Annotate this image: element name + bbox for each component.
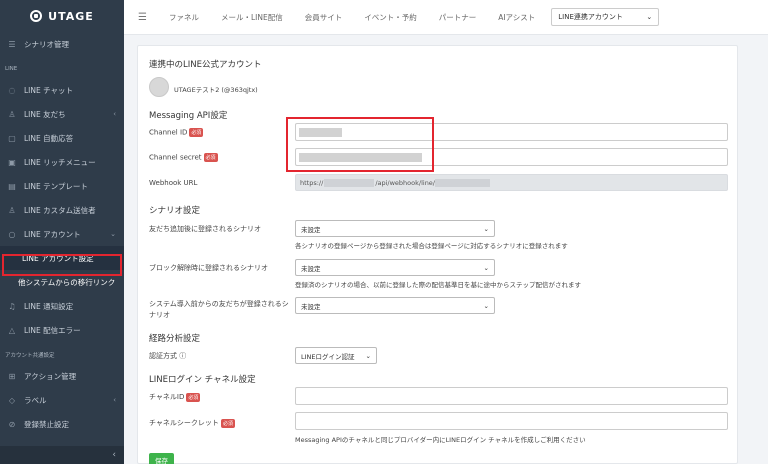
- highlight-box-channel-fields: [286, 117, 434, 172]
- topbar-item-funnel[interactable]: ファネル: [169, 12, 199, 23]
- login-channel-hint: Messaging APIのチャネルと同じプロバイダー内にLINEログイン チャ…: [295, 436, 586, 444]
- auth-method-label: 認証方式 ⓘ: [149, 352, 187, 360]
- template-icon: ▤: [8, 181, 16, 191]
- friend-add-scenario-label: 友だち追加後に登録されるシナリオ: [149, 225, 261, 233]
- topbar-item-partner[interactable]: パートナー: [439, 12, 477, 23]
- topbar-item-member-site[interactable]: 会員サイト: [305, 12, 343, 23]
- list-icon: ☰: [8, 39, 16, 49]
- sidebar-item-line-autoreply[interactable]: ▢ LINE 自動応答: [0, 126, 124, 150]
- hamburger-icon[interactable]: ☰: [138, 12, 147, 23]
- chevron-down-icon: ⌄: [483, 263, 489, 272]
- required-badge: 必須: [189, 128, 204, 137]
- sidebar-item-line-friends[interactable]: ♙ LINE 友だち ‹: [0, 102, 124, 126]
- route-analysis-title: 経路分析設定: [149, 334, 201, 344]
- user-icon: ♙: [8, 109, 16, 119]
- channel-secret-label: Channel secret 必須: [149, 153, 218, 162]
- sidebar-section-account: アカウント共通設定: [5, 353, 55, 359]
- chevron-left-icon: ‹: [113, 110, 116, 118]
- highlight-box-sidebar: [2, 254, 122, 276]
- masked-value: [324, 178, 375, 187]
- sidebar-item-line-notify[interactable]: ♫ LINE 通知設定: [0, 294, 124, 318]
- line-login-channel-title: LINEログイン チャネル設定: [149, 375, 256, 385]
- chat-icon: ◌: [8, 85, 16, 95]
- chevron-down-icon: ⌄: [483, 301, 489, 310]
- sidebar: UTAGE ☰ シナリオ管理 LINE ◌ LINE チャット ♙ LINE 友…: [0, 0, 124, 464]
- utage-logo-icon: [30, 10, 43, 22]
- sidebar-item-line-custom-sender[interactable]: ♙ LINE カスタム送信者: [0, 198, 124, 222]
- sidebar-item-line-error[interactable]: △ LINE 配信エラー: [0, 318, 124, 342]
- chevron-down-icon: ⌄: [365, 351, 371, 360]
- topbar-item-ai-assist[interactable]: AIアシスト: [498, 12, 535, 23]
- masked-value: [435, 178, 490, 187]
- login-channel-secret-label: チャネルシークレット 必須: [149, 418, 235, 428]
- unblock-scenario-label: ブロック解除時に登録されるシナリオ: [149, 264, 268, 272]
- sidebar-item-line-chat[interactable]: ◌ LINE チャット: [0, 78, 124, 102]
- messaging-api-title: Messaging API設定: [149, 111, 228, 121]
- sidebar-section-line: LINE: [5, 66, 18, 72]
- user-icon: ♙: [8, 205, 16, 215]
- required-badge: 必須: [186, 392, 201, 402]
- sidebar-collapse-button[interactable]: ‹: [0, 446, 124, 464]
- menu-icon: ▣: [8, 157, 16, 167]
- channel-id-label: Channel ID 必須: [149, 128, 204, 137]
- webhook-url-label: Webhook URL: [149, 179, 198, 187]
- preexisting-scenario-select[interactable]: 未設定 ⌄: [295, 297, 495, 314]
- block-icon: ⊘: [8, 419, 16, 429]
- line-account-select[interactable]: LINE連携アカウント ⌄: [551, 8, 660, 26]
- unblock-scenario-select[interactable]: 未設定 ⌄: [295, 259, 495, 276]
- brand[interactable]: UTAGE: [0, 0, 124, 32]
- topbar: ☰ ファネル メール・LINE配信 会員サイト イベント・予約 パートナー AI…: [124, 0, 768, 35]
- login-channel-id-input[interactable]: [295, 387, 728, 405]
- sidebar-item-block-setting[interactable]: ⊘ 登録禁止設定: [0, 412, 124, 436]
- required-badge: 必須: [220, 418, 235, 428]
- save-button[interactable]: 保存: [149, 453, 174, 464]
- friend-add-hint: 各シナリオの登録ページから登録された場合は登録ページに対応するシナリオに登録され…: [295, 242, 568, 250]
- warning-icon: △: [8, 325, 16, 335]
- chevron-left-icon: ‹: [113, 396, 116, 404]
- sidebar-item-line-account[interactable]: ○ LINE アカウント ⌄: [0, 222, 124, 246]
- grid-icon: ⊞: [8, 371, 16, 381]
- sidebar-item-line-richmenu[interactable]: ▣ LINE リッチメニュー: [0, 150, 124, 174]
- avatar: [149, 77, 169, 97]
- sidebar-item-scenario[interactable]: ☰ シナリオ管理: [0, 32, 124, 56]
- chevron-down-icon: ⌄: [110, 230, 116, 238]
- preexisting-scenario-label: システム導入前からの友だちが登録されるシナリオ: [149, 300, 289, 319]
- sidebar-item-action[interactable]: ⊞ アクション管理: [0, 364, 124, 388]
- reply-icon: ▢: [8, 133, 16, 143]
- scenario-settings-title: シナリオ設定: [149, 206, 201, 216]
- sidebar-item-label[interactable]: ◇ ラベル ‹: [0, 388, 124, 412]
- chevron-left-icon: ‹: [112, 450, 116, 460]
- bell-icon: ♫: [8, 301, 16, 311]
- unblock-hint: 登録済のシナリオの場合、以前に登録した際の配信基準日を基に途中からステップ配信が…: [295, 281, 581, 289]
- settings-card: 連携中のLINE公式アカウント UTAGEテスト2 (@363qjtx) Mes…: [137, 45, 738, 464]
- topbar-item-event[interactable]: イベント・予約: [364, 12, 417, 23]
- chevron-down-icon: ⌄: [646, 13, 653, 21]
- account-name: UTAGEテスト2 (@363qjtx): [174, 86, 258, 94]
- tag-icon: ◇: [8, 395, 16, 405]
- auth-method-select[interactable]: LINEログイン認証 ⌄: [295, 347, 377, 364]
- account-icon: ○: [8, 229, 16, 239]
- friend-add-scenario-select[interactable]: 未設定 ⌄: [295, 220, 495, 237]
- login-channel-secret-input[interactable]: [295, 412, 728, 430]
- sidebar-item-line-template[interactable]: ▤ LINE テンプレート: [0, 174, 124, 198]
- topbar-item-mail-line[interactable]: メール・LINE配信: [221, 12, 283, 23]
- brand-name: UTAGE: [48, 9, 94, 23]
- chevron-down-icon: ⌄: [483, 224, 489, 233]
- required-badge: 必須: [203, 153, 218, 162]
- webhook-url-field[interactable]: https:// /api/webhook/line/: [295, 174, 728, 191]
- linked-account-title: 連携中のLINE公式アカウント: [149, 60, 262, 70]
- login-channel-id-label: チャネルID 必須: [149, 392, 201, 402]
